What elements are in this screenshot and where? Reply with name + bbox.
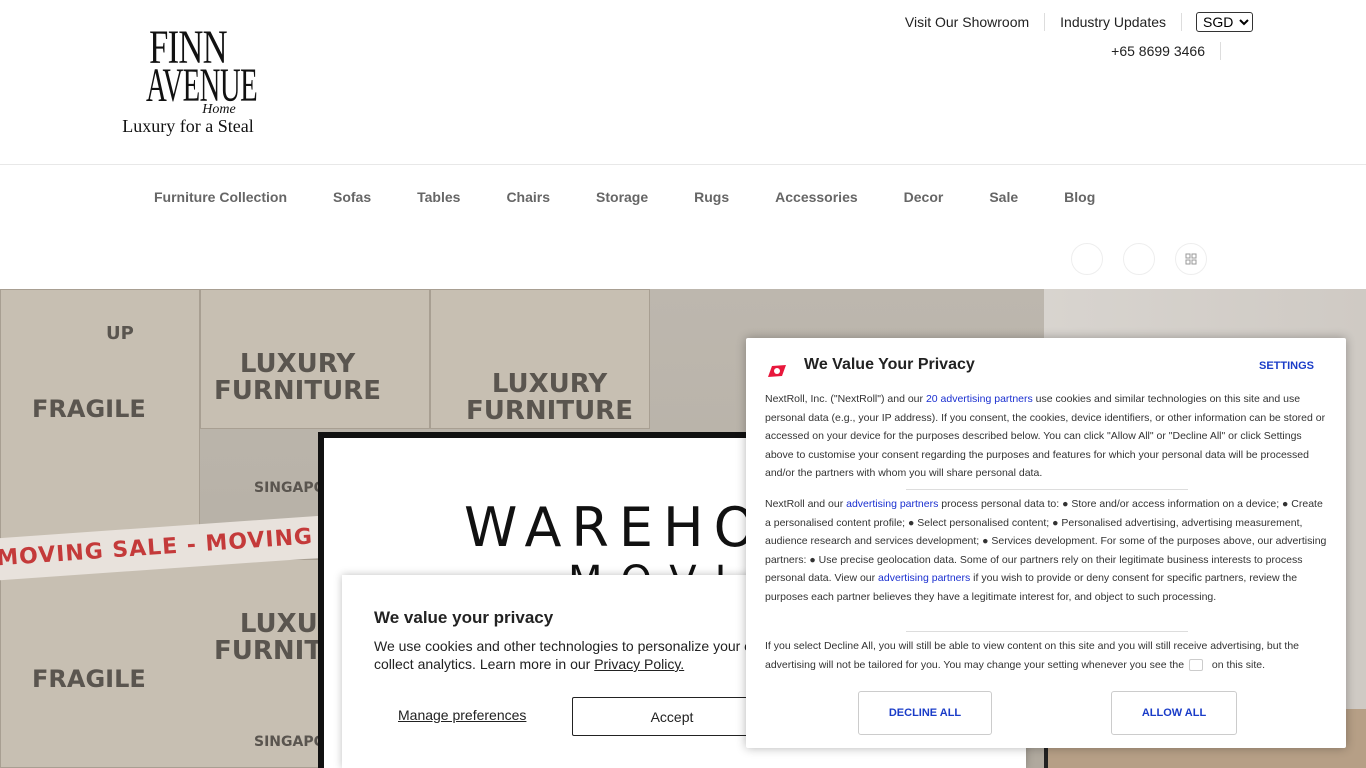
decline-all-button[interactable]: DECLINE ALL bbox=[858, 691, 992, 735]
industry-updates-link[interactable]: Industry Updates bbox=[1045, 13, 1182, 31]
nextroll-title: We Value Your Privacy bbox=[804, 356, 975, 373]
nav-item-tables[interactable]: Tables bbox=[394, 189, 483, 205]
p1-text-b: use cookies and similar technologies on … bbox=[765, 393, 1326, 480]
nextroll-logo-icon bbox=[768, 365, 786, 377]
box-label-luxury-2: LUXURY FURNITURE bbox=[466, 369, 633, 427]
currency-select[interactable]: SGD bbox=[1196, 12, 1253, 32]
box-label-fragile-2: FRAGILE bbox=[32, 665, 146, 693]
nextroll-paragraph-3: If you select Decline All, you will stil… bbox=[765, 637, 1327, 674]
advertising-partners-count-link[interactable]: 20 advertising partners bbox=[926, 393, 1033, 405]
box-label-up: UP bbox=[106, 323, 134, 344]
manage-preferences-link[interactable]: Manage preferences bbox=[398, 707, 526, 723]
divider bbox=[906, 631, 1188, 632]
account-icon[interactable] bbox=[1123, 243, 1155, 275]
main-nav: Furniture Collection Sofas Tables Chairs… bbox=[0, 165, 1366, 289]
nextroll-settings-icon bbox=[1189, 658, 1204, 671]
nav-item-sofas[interactable]: Sofas bbox=[310, 189, 394, 205]
allow-all-button[interactable]: ALLOW ALL bbox=[1111, 691, 1237, 735]
nav-item-blog[interactable]: Blog bbox=[1041, 189, 1118, 205]
nav-item-rugs[interactable]: Rugs bbox=[671, 189, 752, 205]
nav-item-sale[interactable]: Sale bbox=[966, 189, 1041, 205]
sign-line-warehouse: WAREHO bbox=[464, 496, 767, 559]
box-label-fragile: FRAGILE bbox=[32, 395, 146, 423]
search-icon[interactable] bbox=[1071, 243, 1103, 275]
privacy-policy-link[interactable]: Privacy Policy. bbox=[594, 656, 684, 672]
nav-item-decor[interactable]: Decor bbox=[881, 189, 967, 205]
logo-line-avenue: AVENUE bbox=[146, 59, 258, 112]
cookie-text-line1: We use cookies and other technologies to… bbox=[374, 638, 752, 654]
divider bbox=[906, 489, 1188, 490]
p1-text-a: NextRoll, Inc. ("NextRoll") and our bbox=[765, 393, 926, 405]
site-header: FINN AVENUE Home Luxury for a Steal Visi… bbox=[0, 0, 1366, 165]
site-logo[interactable]: FINN AVENUE Home Luxury for a Steal bbox=[118, 24, 258, 137]
nav-item-furniture-collection[interactable]: Furniture Collection bbox=[131, 189, 310, 205]
nextroll-privacy-dialog: We Value Your Privacy SETTINGS NextRoll,… bbox=[746, 338, 1346, 748]
advertising-partners-link-2[interactable]: advertising partners bbox=[878, 572, 970, 584]
advertising-partners-link[interactable]: advertising partners bbox=[846, 498, 938, 510]
cookie-text-line2: collect analytics. Learn more in our bbox=[374, 656, 595, 672]
nav-item-accessories[interactable]: Accessories bbox=[752, 189, 881, 205]
nav-icon-group bbox=[1071, 243, 1207, 275]
nav-item-storage[interactable]: Storage bbox=[573, 189, 671, 205]
grid-menu-icon[interactable] bbox=[1175, 243, 1207, 275]
p2-text-a: NextRoll and our bbox=[765, 498, 847, 510]
accept-button[interactable]: Accept bbox=[572, 697, 772, 736]
cookie-title: We value your privacy bbox=[374, 608, 554, 627]
top-links: Visit Our Showroom Industry Updates SGD bbox=[905, 12, 1253, 32]
phone-number[interactable]: +65 8699 3466 bbox=[1111, 42, 1221, 60]
visit-showroom-link[interactable]: Visit Our Showroom bbox=[905, 13, 1046, 31]
nav-item-chairs[interactable]: Chairs bbox=[483, 189, 573, 205]
box-label-luxury: LUXURY FURNITURE bbox=[214, 349, 381, 407]
logo-tagline: Luxury for a Steal bbox=[122, 116, 254, 136]
settings-link[interactable]: SETTINGS bbox=[1259, 360, 1314, 372]
nextroll-paragraph-2: NextRoll and our advertising partners pr… bbox=[765, 495, 1327, 607]
nextroll-paragraph-1: NextRoll, Inc. ("NextRoll") and our 20 a… bbox=[765, 390, 1327, 483]
p3-text-b: on this site. bbox=[1209, 658, 1266, 671]
